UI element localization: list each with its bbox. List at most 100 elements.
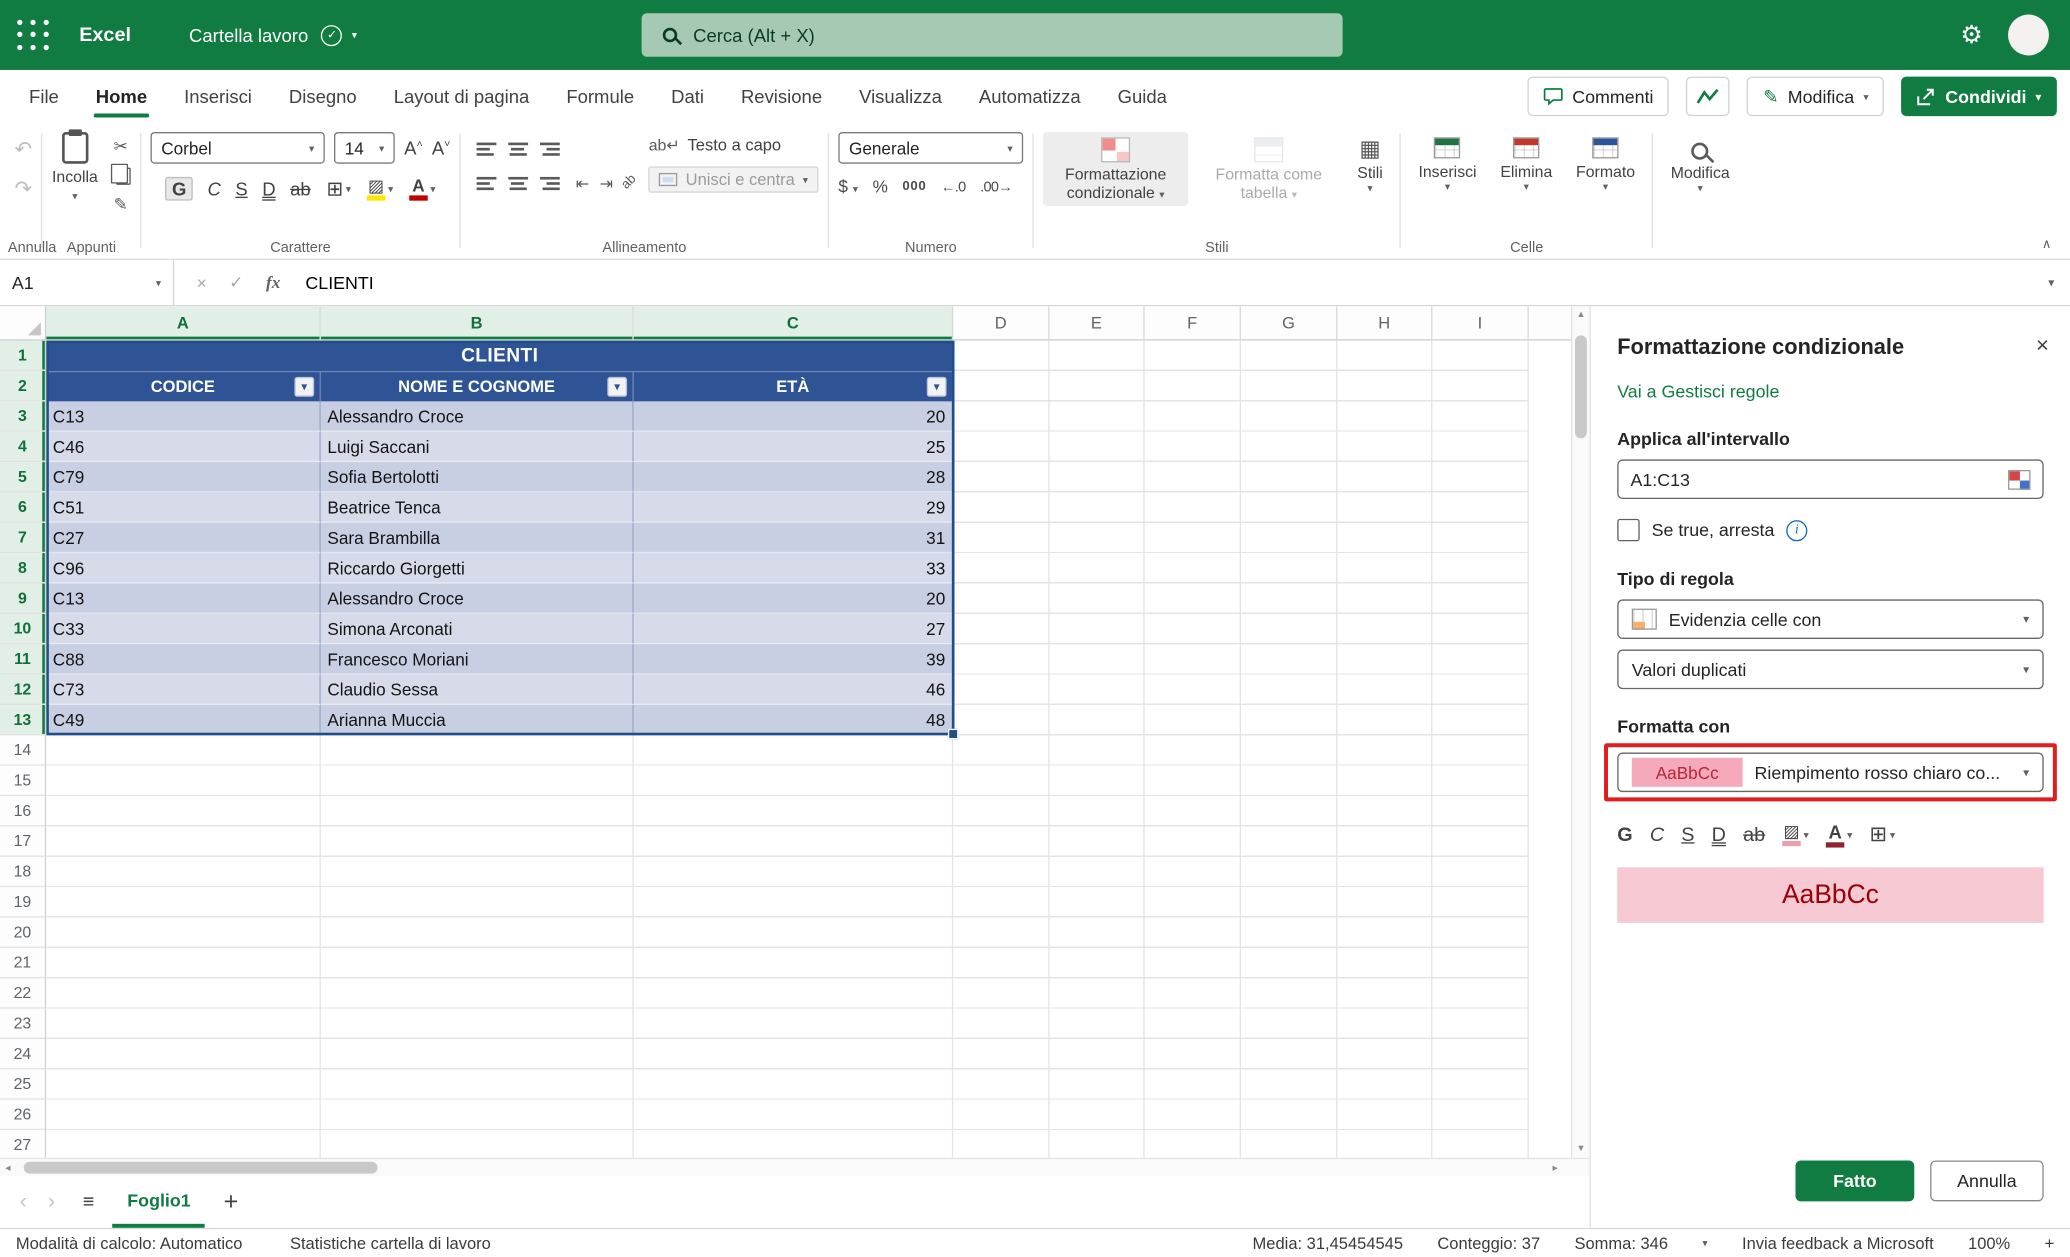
wrap-text-button[interactable]: ab↵ Testo a capo bbox=[649, 136, 819, 154]
table-cell[interactable]: Arianna Muccia bbox=[321, 705, 634, 735]
bold-button[interactable]: G bbox=[165, 177, 193, 201]
table-cell[interactable]: C49 bbox=[46, 705, 321, 735]
scroll-up-icon[interactable]: ▲ bbox=[1572, 310, 1589, 319]
vertical-scrollbar[interactable]: ▲ ▼ bbox=[1571, 306, 1589, 1158]
table-cell[interactable]: 29 bbox=[634, 492, 953, 522]
rule-value-dropdown[interactable]: Valori duplicati ▾ bbox=[1617, 650, 2043, 690]
ribbon-tab-inserisci[interactable]: Inserisci bbox=[166, 70, 271, 123]
next-sheet-icon[interactable]: › bbox=[39, 1190, 65, 1214]
paste-button[interactable]: Incolla ▾ bbox=[52, 132, 98, 215]
row-header-5[interactable]: 5 bbox=[0, 462, 46, 492]
bold-button[interactable]: G bbox=[1617, 823, 1632, 845]
undo-icon[interactable]: ↶ bbox=[15, 136, 33, 162]
table-cell[interactable]: C46 bbox=[46, 432, 321, 462]
row-header-2[interactable]: 2 bbox=[0, 371, 46, 401]
vertical-scroll-thumb[interactable] bbox=[1575, 335, 1587, 438]
increase-indent-icon[interactable]: ⇥ bbox=[600, 174, 613, 192]
scroll-left-icon[interactable]: ◂ bbox=[5, 1162, 10, 1174]
table-cell[interactable]: C13 bbox=[46, 584, 321, 614]
underline-button[interactable]: S bbox=[235, 178, 247, 199]
column-header-D[interactable]: D bbox=[953, 306, 1049, 339]
table-cell[interactable]: Simona Arconati bbox=[321, 614, 634, 644]
row-header-10[interactable]: 10 bbox=[0, 614, 46, 644]
format-cells-button[interactable]: Formato ▾ bbox=[1568, 132, 1643, 195]
conditional-formatting-button[interactable]: Formattazione condizionale ▾ bbox=[1043, 132, 1188, 205]
row-header-14[interactable]: 14 bbox=[0, 735, 46, 765]
account-avatar[interactable] bbox=[2008, 15, 2049, 56]
range-input[interactable]: A1:C13 bbox=[1617, 459, 2043, 499]
confirm-entry-icon[interactable]: ✓ bbox=[229, 272, 243, 293]
row-header-3[interactable]: 3 bbox=[0, 401, 46, 431]
ribbon-tab-dati[interactable]: Dati bbox=[653, 70, 723, 123]
percent-format-button[interactable]: % bbox=[873, 177, 888, 197]
ribbon-tab-disegno[interactable]: Disegno bbox=[270, 70, 375, 123]
status-average[interactable]: Media: 31,45454545 bbox=[1253, 1234, 1403, 1252]
row-header-16[interactable]: 16 bbox=[0, 796, 46, 826]
row-header-7[interactable]: 7 bbox=[0, 523, 46, 553]
cells-area[interactable]: CLIENTI CODICE▾NOME E COGNOME▾ETÀ▾ C13Al… bbox=[46, 341, 1571, 1158]
settings-gear-icon[interactable]: ⚙ bbox=[1960, 20, 1983, 50]
info-icon[interactable]: i bbox=[1786, 519, 1807, 540]
cell-styles-button[interactable]: ▦ Stili ▾ bbox=[1349, 132, 1390, 197]
prev-sheet-icon[interactable]: ‹ bbox=[11, 1190, 37, 1214]
table-cell[interactable]: Beatrice Tenca bbox=[321, 492, 634, 522]
done-button[interactable]: Fatto bbox=[1795, 1160, 1914, 1201]
column-header-I[interactable]: I bbox=[1432, 306, 1528, 339]
row-header-12[interactable]: 12 bbox=[0, 675, 46, 705]
share-button[interactable]: Condividi ▾ bbox=[1902, 77, 2057, 117]
format-style-dropdown[interactable]: AaBbCc Riempimento rosso chiaro co... ▾ bbox=[1617, 753, 2043, 793]
expand-formula-bar-icon[interactable]: ▾ bbox=[2048, 275, 2054, 290]
sheet-list-icon[interactable]: ≡ bbox=[67, 1191, 110, 1213]
row-header-13[interactable]: 13 bbox=[0, 705, 46, 735]
panel-fill-color-button[interactable]: ▨▾ bbox=[1782, 822, 1808, 846]
ribbon-tab-file[interactable]: File bbox=[11, 70, 78, 123]
ribbon-tab-home[interactable]: Home bbox=[77, 70, 165, 123]
fill-handle[interactable] bbox=[948, 729, 959, 740]
close-icon[interactable]: × bbox=[2036, 333, 2049, 359]
number-format-select[interactable]: Generale ▾ bbox=[838, 132, 1023, 164]
manage-rules-link[interactable]: Vai a Gestisci regole bbox=[1617, 382, 2043, 402]
table-cell[interactable]: C79 bbox=[46, 462, 321, 492]
fill-color-button[interactable]: ▨▾ bbox=[367, 177, 393, 201]
table-cell[interactable]: 48 bbox=[634, 705, 953, 735]
formula-content[interactable]: CLIENTI bbox=[305, 273, 373, 293]
merge-center-button[interactable]: Unisci e centra ▾ bbox=[649, 166, 819, 192]
table-cell[interactable]: 20 bbox=[634, 584, 953, 614]
table-cell[interactable]: C13 bbox=[46, 401, 321, 431]
align-middle-icon[interactable] bbox=[508, 141, 528, 157]
table-cell[interactable]: Francesco Moriani bbox=[321, 644, 634, 674]
table-cell[interactable]: Claudio Sessa bbox=[321, 675, 634, 705]
font-name-select[interactable]: Corbel ▾ bbox=[151, 132, 325, 164]
workbook-name[interactable]: Cartella lavoro bbox=[189, 24, 308, 45]
table-cell[interactable]: C88 bbox=[46, 644, 321, 674]
format-painter-icon[interactable]: ✎ bbox=[114, 194, 131, 215]
collapse-ribbon-icon[interactable]: ∧ bbox=[2042, 238, 2052, 253]
status-sum[interactable]: Somma: 346 bbox=[1574, 1234, 1668, 1252]
column-header-F[interactable]: F bbox=[1145, 306, 1241, 339]
row-header-17[interactable]: 17 bbox=[0, 826, 46, 856]
row-header-24[interactable]: 24 bbox=[0, 1039, 46, 1069]
horizontal-scroll-thumb[interactable] bbox=[24, 1162, 378, 1174]
table-cell[interactable]: 31 bbox=[634, 523, 953, 553]
cancel-button[interactable]: Annulla bbox=[1930, 1160, 2044, 1201]
status-count[interactable]: Conteggio: 37 bbox=[1437, 1234, 1540, 1252]
save-status-icon[interactable]: ✓ bbox=[321, 24, 342, 45]
table-cell[interactable]: Sofia Bertolotti bbox=[321, 462, 634, 492]
italic-button[interactable]: C bbox=[207, 178, 220, 199]
cut-icon[interactable]: ✂ bbox=[114, 136, 131, 157]
row-header-22[interactable]: 22 bbox=[0, 978, 46, 1008]
comments-button[interactable]: Commenti bbox=[1527, 77, 1669, 117]
column-header-E[interactable]: E bbox=[1050, 306, 1145, 339]
ribbon-tab-revisione[interactable]: Revisione bbox=[722, 70, 840, 123]
increase-decimal-button[interactable]: ←.0 bbox=[941, 179, 966, 195]
editing-mode-button[interactable]: ✎ Modifica ▾ bbox=[1747, 77, 1884, 117]
row-header-18[interactable]: 18 bbox=[0, 857, 46, 887]
table-cell[interactable]: C33 bbox=[46, 614, 321, 644]
table-cell[interactable]: Sara Brambilla bbox=[321, 523, 634, 553]
sheet-tab-foglio1[interactable]: Foglio1 bbox=[113, 1176, 205, 1227]
comma-format-button[interactable]: 000 bbox=[902, 180, 926, 195]
name-box[interactable]: A1 ▾ bbox=[0, 260, 174, 305]
row-header-19[interactable]: 19 bbox=[0, 887, 46, 917]
table-header-età[interactable]: ETÀ▾ bbox=[634, 371, 953, 401]
filter-dropdown-icon[interactable]: ▾ bbox=[294, 377, 314, 397]
